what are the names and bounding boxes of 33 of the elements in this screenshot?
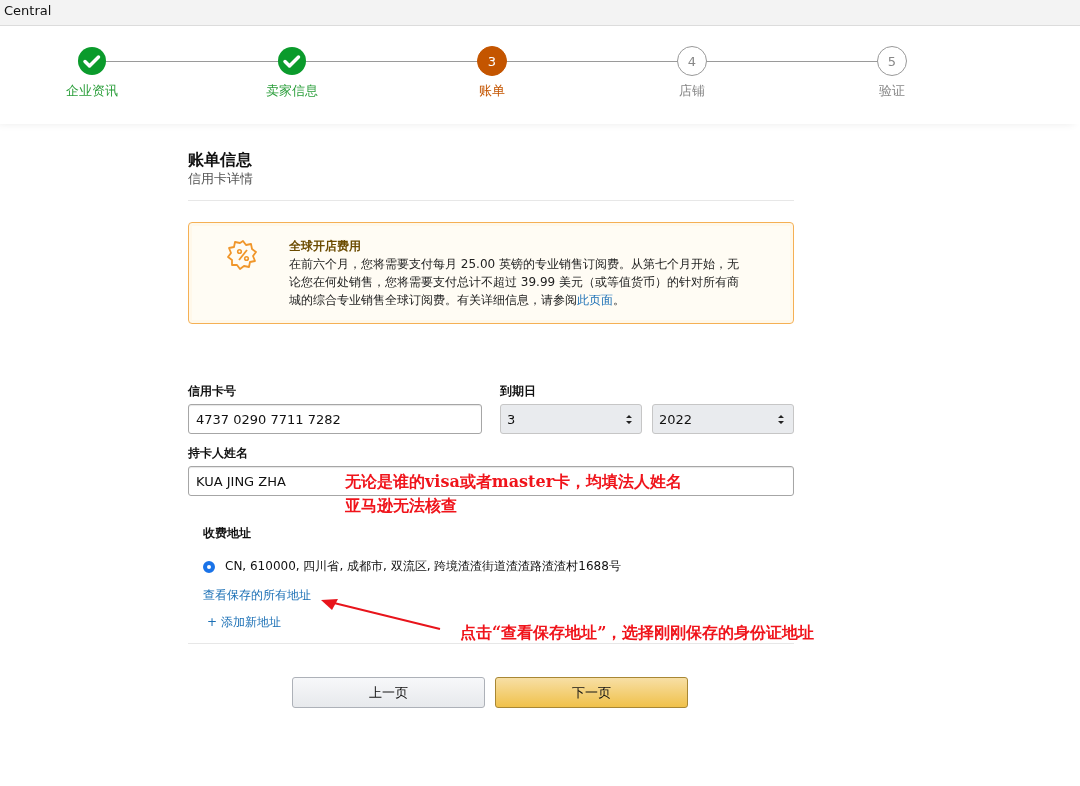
step-label: 企业资讯 bbox=[66, 82, 118, 100]
step-number: 4 bbox=[677, 46, 707, 76]
header-title: Central bbox=[4, 3, 52, 20]
annotation-text: 亚马逊无法核查 bbox=[345, 495, 458, 517]
radio-button[interactable] bbox=[203, 560, 215, 573]
annotation-text: 无论是谁的visa或者master卡，均填法人姓名 bbox=[345, 471, 683, 493]
section-subtitle: 信用卡详情 bbox=[188, 170, 254, 188]
step-number: 5 bbox=[877, 46, 907, 76]
discount-badge-icon bbox=[227, 239, 259, 271]
month-dropdown[interactable]: 3 bbox=[500, 404, 642, 434]
step-label: 卖家信息 bbox=[266, 82, 318, 100]
year-dropdown[interactable]: 2022 bbox=[652, 404, 794, 434]
annotation-text: 点击“查看保存地址”，选择刚刚保存的身份证地址 bbox=[460, 622, 815, 644]
section-title: 账单信息 bbox=[188, 150, 253, 170]
address-text: CN, 610000, 四川省, 成都市, 双流区, 跨境渣渣街道渣渣路渣渣村1688号 bbox=[225, 558, 621, 575]
notice-text: 在前六个月，您将需要支付每月 25.00 英镑的专业销售订阅费。从第七个月开始，无论您在何处销售，您将需要支付总计不超过 39.99 美元（或等值货币）的针对所有商城的综合专业销售全球订阅费。有关详细信息，请参阅此页面。 bbox=[289, 256, 740, 309]
step-number: 3 bbox=[477, 46, 507, 76]
step-label: 账单 bbox=[479, 82, 505, 100]
page-link[interactable]: 此页面 bbox=[577, 293, 613, 307]
next-button[interactable]: 下一页 bbox=[495, 677, 688, 708]
sort-caret-icon bbox=[625, 413, 633, 425]
field-label: 收费地址 bbox=[203, 525, 252, 542]
card-number-field[interactable]: 4737 0290 7711 7282 bbox=[188, 404, 482, 434]
view-all-addresses-link[interactable]: 查看保存的所有地址 bbox=[203, 587, 311, 604]
step-label: 店铺 bbox=[679, 82, 705, 100]
notice-title: 全球开店费用 bbox=[289, 238, 362, 255]
field-label: 信用卡号 bbox=[188, 383, 237, 400]
sort-caret-icon bbox=[777, 413, 785, 425]
previous-button[interactable]: 上一页 bbox=[292, 677, 485, 708]
add-address-link[interactable]: + 添加新地址 bbox=[207, 614, 281, 631]
step-label: 验证 bbox=[879, 82, 905, 100]
field-label: 到期日 bbox=[500, 383, 537, 400]
field-label: 持卡人姓名 bbox=[188, 445, 249, 462]
